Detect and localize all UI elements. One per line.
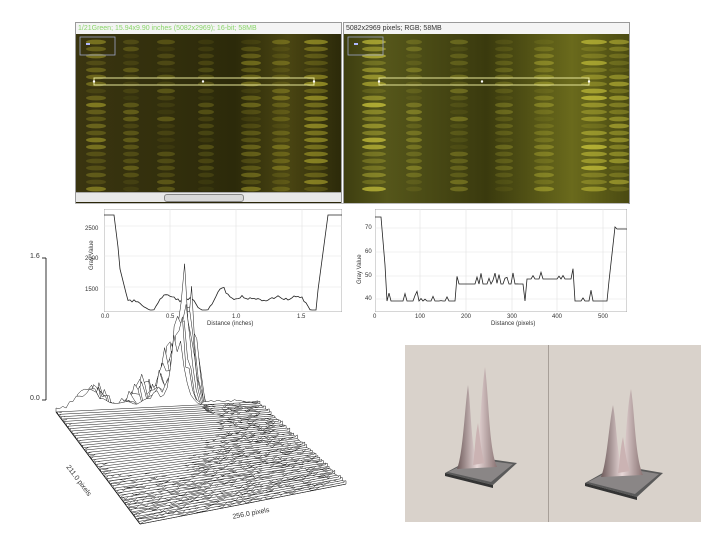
surface-wireframe	[42, 257, 347, 525]
ytick: 60	[365, 249, 372, 255]
xtick: 0	[373, 314, 377, 320]
gel-image-window-left[interactable]: 1/21Green; 15.94x9.90 inches (5082x2969)…	[75, 22, 342, 204]
horizontal-scrollbar-left[interactable]	[76, 192, 341, 202]
xtick: 400	[552, 314, 563, 320]
ytick: 2500	[85, 226, 99, 232]
plot-right-xlabel: Distance (pixels)	[491, 321, 536, 327]
plot-right-area	[375, 209, 627, 312]
gel-image-left	[76, 34, 341, 194]
xtick: 200	[461, 314, 472, 320]
profile-plot-right: Gray Value 70 60 50 40 0 100 200 300 400…	[343, 203, 628, 330]
xtick: 500	[598, 314, 609, 320]
surface-plot-3d: 1.6 0.0 211.0 pixels 256.0 pixels	[28, 252, 360, 544]
xtick: 300	[507, 314, 518, 320]
xtick: 100	[415, 314, 426, 320]
window-title-left: 1/21Green; 15.94x9.90 inches (5082x2969)…	[76, 23, 341, 34]
gel-image-right	[344, 34, 629, 203]
scrollbar-thumb[interactable]	[164, 194, 244, 202]
window-title-right: 5082x2969 pixels; RGB; 58MB	[344, 23, 629, 34]
ytick: 40	[365, 296, 372, 302]
ytick: 70	[365, 225, 372, 231]
rendered-peaks-panel	[405, 345, 701, 522]
gel-image-window-right[interactable]: 5082x2969 pixels; RGB; 58MB	[343, 22, 630, 204]
rendered-peaks	[445, 367, 663, 500]
ytick: 50	[365, 273, 372, 279]
